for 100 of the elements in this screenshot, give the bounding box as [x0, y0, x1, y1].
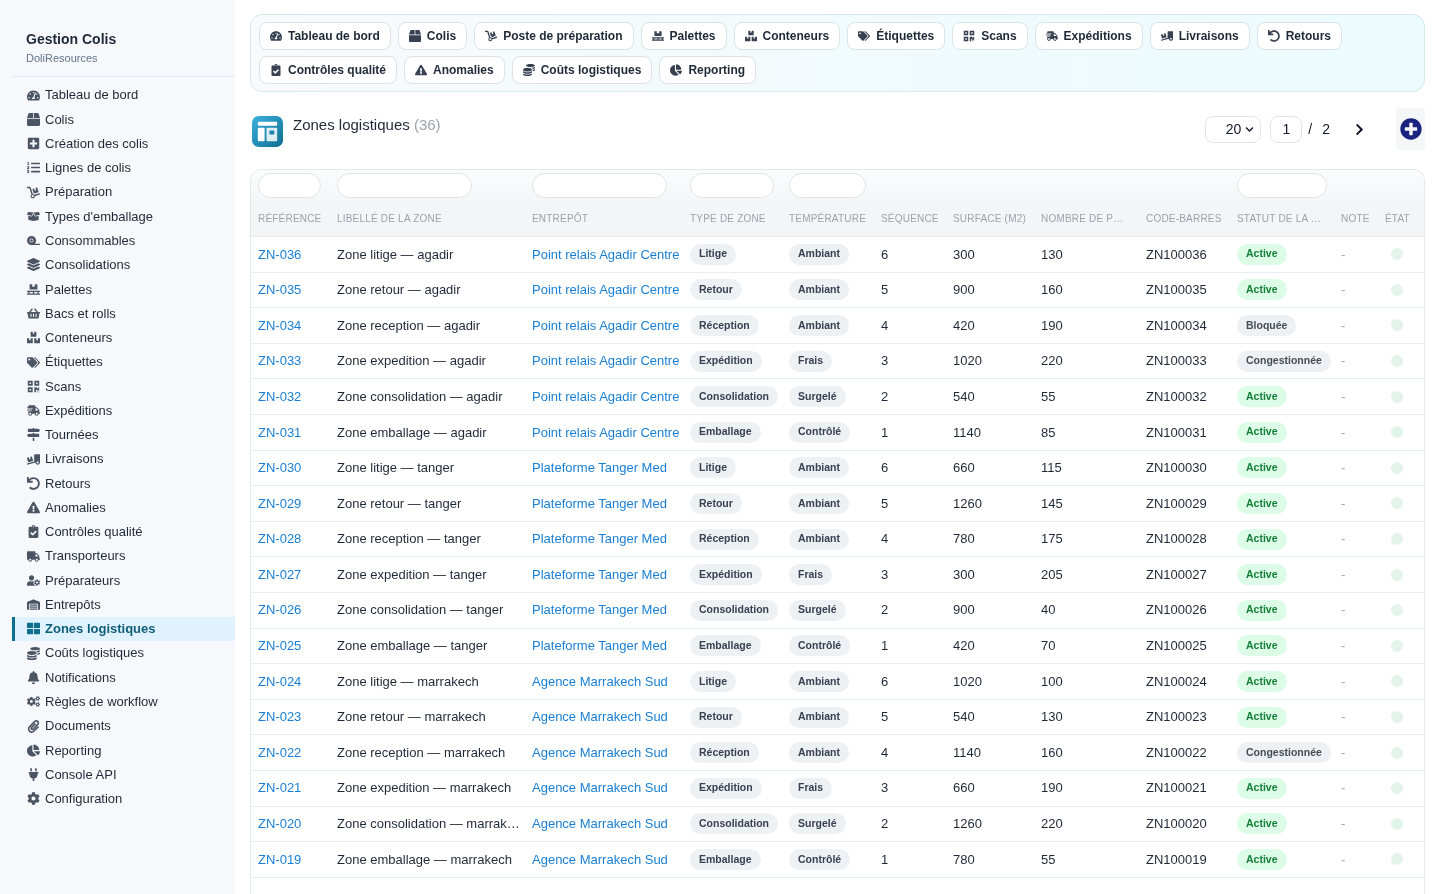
- reference-link[interactable]: ZN-027: [258, 564, 302, 585]
- sidebar-item[interactable]: Console API: [12, 762, 235, 787]
- nav-button[interactable]: Coûts logistiques: [511, 56, 653, 84]
- sidebar-item[interactable]: Notifications: [12, 665, 235, 690]
- nav-button[interactable]: Colis: [397, 22, 468, 50]
- warehouse-link[interactable]: Point relais Agadir Centre: [532, 280, 680, 300]
- warehouse-link[interactable]: Point relais Agadir Centre: [532, 315, 680, 336]
- reference-link[interactable]: ZN-019: [258, 849, 302, 870]
- sidebar-item[interactable]: Anomalies: [12, 495, 235, 520]
- sidebar-item[interactable]: Types d'emballage: [12, 204, 235, 229]
- reference-link[interactable]: ZN-020: [258, 814, 302, 834]
- warehouse-link[interactable]: Plateforme Tanger Med: [532, 529, 667, 549]
- sidebar-item[interactable]: Entrepôts: [12, 592, 235, 617]
- sidebar-item[interactable]: Transporteurs: [12, 544, 235, 569]
- nav-button[interactable]: Contrôles qualité: [259, 56, 397, 84]
- sidebar-item[interactable]: Tournées: [12, 422, 235, 447]
- sidebar-item[interactable]: Consommables: [12, 228, 235, 253]
- warehouse-link[interactable]: Agence Marrakech Sud: [532, 814, 668, 834]
- reference-link[interactable]: ZN-023: [258, 707, 302, 727]
- sidebar-item[interactable]: Zones logistiques: [12, 616, 235, 642]
- filter-field[interactable]: [789, 172, 866, 198]
- coins-icon: [522, 64, 535, 76]
- sidebar-item[interactable]: Préparation: [12, 180, 235, 205]
- sidebar-item[interactable]: Règles de workflow: [12, 689, 235, 714]
- filter-field[interactable]: [690, 172, 774, 198]
- sidebar-item[interactable]: Configuration: [12, 786, 235, 811]
- sidebar-item[interactable]: Création des colis: [12, 131, 235, 156]
- nav-button[interactable]: Expéditions: [1034, 22, 1143, 50]
- reference-link[interactable]: ZN-030: [258, 458, 302, 478]
- warehouse-link[interactable]: Plateforme Tanger Med: [532, 600, 667, 620]
- warehouse-link[interactable]: Point relais Agadir Centre: [532, 386, 680, 407]
- nav-button[interactable]: Étiquettes: [847, 22, 946, 50]
- zone-type-tag: Consolidation: [690, 599, 778, 621]
- filter-field[interactable]: [258, 172, 321, 198]
- reference-link[interactable]: ZN-032: [258, 386, 302, 407]
- warehouse-link[interactable]: Point relais Agadir Centre: [532, 244, 680, 265]
- warehouse-link[interactable]: Point relais Agadir Centre: [532, 351, 680, 371]
- sidebar-item[interactable]: Documents: [12, 713, 235, 739]
- sidebar-item[interactable]: Colis: [12, 107, 235, 132]
- filter-field[interactable]: [337, 172, 472, 198]
- nav-button[interactable]: Palettes: [640, 22, 727, 50]
- nav-button[interactable]: Conteneurs: [733, 22, 841, 50]
- reference-link[interactable]: ZN-025: [258, 636, 302, 656]
- nav-button[interactable]: Poste de préparation: [474, 22, 634, 50]
- reference-link[interactable]: ZN-026: [258, 600, 302, 620]
- table-cell-text: Zone retour — agadir: [337, 281, 461, 300]
- warehouse-link[interactable]: Agence Marrakech Sud: [532, 778, 668, 798]
- warehouse-link[interactable]: Plateforme Tanger Med: [532, 493, 667, 514]
- sidebar-item[interactable]: Bacs et rolls: [12, 301, 235, 326]
- sidebar-item[interactable]: Conteneurs: [12, 325, 235, 350]
- zone-type-tag: Emballage: [690, 848, 761, 870]
- reference-link[interactable]: ZN-033: [258, 351, 302, 371]
- undo-icon: [27, 476, 40, 490]
- reference-link[interactable]: ZN-034: [258, 315, 302, 336]
- reference-link[interactable]: ZN-031: [258, 422, 302, 442]
- nav-button[interactable]: Anomalies: [404, 56, 505, 84]
- add-button[interactable]: [1396, 108, 1425, 150]
- sidebar-item[interactable]: Coûts logistiques: [12, 641, 235, 666]
- filter-field[interactable]: [1237, 172, 1327, 198]
- warehouse-link[interactable]: Plateforme Tanger Med: [532, 458, 667, 478]
- warehouse-link[interactable]: Agence Marrakech Sud: [532, 849, 668, 870]
- column-header: TEMPÉRATURE: [789, 211, 867, 226]
- sidebar-item[interactable]: Lignes de colis: [12, 155, 235, 181]
- reference-link[interactable]: ZN-036: [258, 244, 302, 265]
- nav-button[interactable]: Reporting: [659, 56, 757, 84]
- reference-link[interactable]: ZN-024: [258, 671, 302, 692]
- warehouse-link[interactable]: Agence Marrakech Sud: [532, 742, 668, 763]
- status-tag: Active: [1237, 421, 1287, 443]
- status-tag: Active: [1237, 848, 1287, 870]
- warehouse-link[interactable]: Plateforme Tanger Med: [532, 636, 667, 656]
- reference-link[interactable]: ZN-029: [258, 493, 302, 514]
- sidebar-item[interactable]: Reporting: [12, 738, 235, 763]
- reference-link[interactable]: ZN-028: [258, 529, 302, 549]
- table-cell-text: 6: [881, 459, 889, 478]
- nav-button[interactable]: Livraisons: [1149, 22, 1250, 50]
- nav-button[interactable]: Scans: [952, 22, 1028, 50]
- sidebar-item[interactable]: Livraisons: [12, 447, 235, 472]
- nav-button[interactable]: Retours: [1256, 22, 1342, 50]
- reference-link[interactable]: ZN-021: [258, 778, 302, 798]
- sidebar-item[interactable]: Scans: [12, 374, 235, 399]
- page-title: Zones logistiques (36): [293, 116, 441, 134]
- reference-link[interactable]: ZN-035: [258, 280, 302, 300]
- warehouse-link[interactable]: Point relais Agadir Centre: [532, 422, 680, 442]
- filter-field[interactable]: [532, 172, 667, 198]
- sidebar-item[interactable]: Contrôles qualité: [12, 519, 235, 545]
- sidebar-item[interactable]: Préparateurs: [12, 568, 235, 593]
- page-size-select[interactable]: 20: [1205, 115, 1262, 143]
- sidebar-item[interactable]: Consolidations: [12, 252, 235, 278]
- sidebar-item[interactable]: Tableau de bord: [12, 83, 235, 108]
- warehouse-link[interactable]: Agence Marrakech Sud: [532, 671, 668, 692]
- sidebar-item[interactable]: Palettes: [12, 277, 235, 302]
- nav-button[interactable]: Tableau de bord: [259, 22, 391, 50]
- temperature-tag: Ambiant: [789, 670, 849, 692]
- sidebar-item[interactable]: Retours: [12, 471, 235, 496]
- warehouse-link[interactable]: Plateforme Tanger Med: [532, 564, 667, 585]
- page-input[interactable]: 1: [1270, 115, 1303, 143]
- sidebar-item[interactable]: Expéditions: [12, 398, 235, 423]
- sidebar-item[interactable]: Étiquettes: [12, 349, 235, 375]
- reference-link[interactable]: ZN-022: [258, 742, 302, 763]
- warehouse-link[interactable]: Agence Marrakech Sud: [532, 707, 668, 727]
